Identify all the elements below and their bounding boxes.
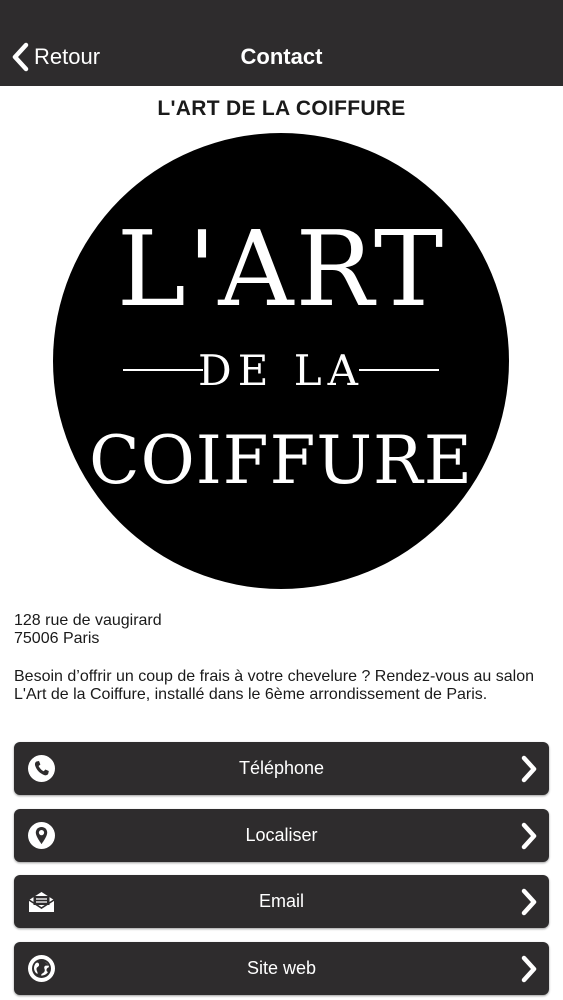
salon-name-heading: L'ART DE LA COIFFURE (157, 97, 406, 120)
chevron-right-icon (521, 755, 537, 783)
page-title: Contact (240, 44, 323, 69)
salon-logo: L'ART DE LA COIFFURE (53, 133, 509, 589)
website-button[interactable]: Site web (14, 942, 549, 995)
locate-button[interactable]: Localiser (14, 809, 549, 862)
locate-button-label: Localiser (245, 825, 318, 845)
chevron-right-icon (521, 822, 537, 850)
salon-address: 128 rue de vaugirard 75006 Paris (14, 612, 162, 648)
phone-button[interactable]: Téléphone (14, 742, 549, 795)
chevron-right-icon (521, 955, 537, 983)
phone-button-label: Téléphone (238, 758, 325, 778)
address-city: 75006 Paris (14, 630, 100, 647)
logo-text-line2: DE LA (198, 346, 364, 395)
website-button-label: Site web (246, 958, 317, 978)
logo-text-line1: L'ART (117, 208, 446, 330)
email-button-label: Email (258, 891, 304, 911)
salon-description: Besoin d’offrir un coup de frais à votre… (14, 668, 535, 703)
chevron-right-icon (521, 888, 537, 916)
navbar: Retour Contact (0, 0, 563, 86)
address-street: 128 rue de vaugirard (14, 612, 162, 629)
logo-text-line3: COIFFURE (89, 422, 473, 499)
email-button[interactable]: Email (14, 875, 549, 928)
